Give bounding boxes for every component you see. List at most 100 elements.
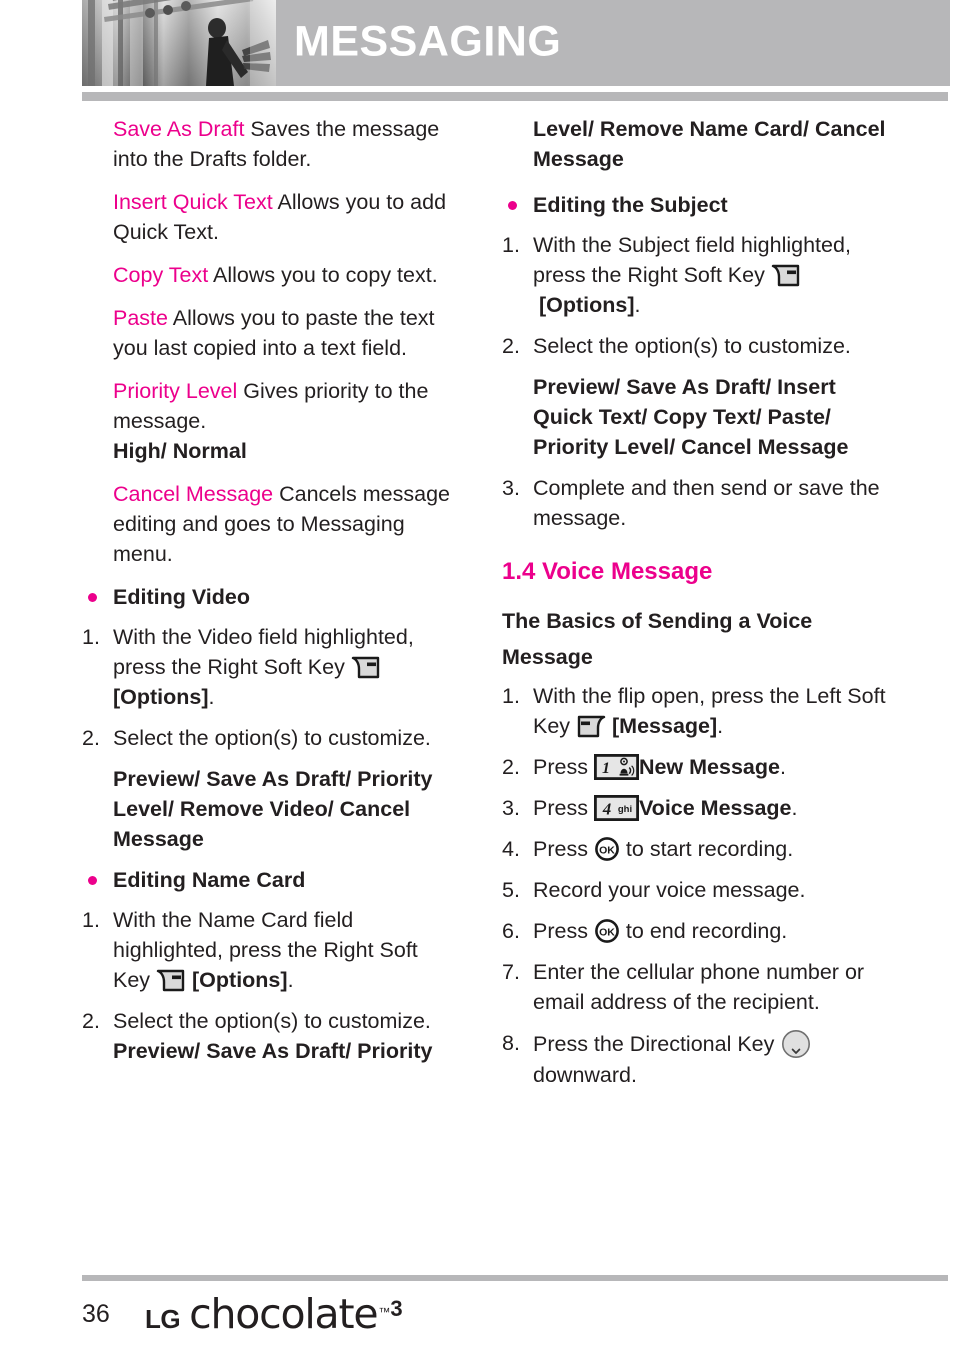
step-text-tail: . [634,293,641,317]
definition-term: Cancel Message [113,482,274,506]
step-text-tail: . [717,714,724,738]
definition-term: Paste [113,306,168,330]
header-divider-bar [82,92,948,101]
options-list-partial: Preview/ Save As Draft/ Priority [113,1039,433,1063]
heading-label: Editing Name Card [113,868,306,892]
definition-term: Priority Level [113,379,238,403]
voice-step-4: 4. Press OK to start recording. [502,834,894,864]
step-text-tail: to end recording. [619,919,788,943]
voice-step-1: 1. With the flip open, press the Left Sof… [502,681,894,741]
options-list-continued: Level/ Remove Name Card/ Cancel Message [533,117,886,171]
step-text: With the Subject field highlighted, pres… [533,233,851,287]
logo-lg-text: LG [145,1304,181,1334]
heading-editing-video: Editing Video [82,582,452,612]
svg-text:1: 1 [602,760,610,777]
ok-key-icon: OK [594,918,620,944]
step-editing-video-1: 1. With the Video field highlighted, pres… [82,622,452,712]
svg-text:OK: OK [599,926,615,938]
step-text: Complete and then send or save the messa… [533,476,880,530]
heading-label: Editing Video [113,585,250,609]
step-number: 2. [502,755,520,779]
step-number: 1. [82,625,100,649]
step-text-tail: . [779,755,786,779]
step-softkey-label: [Options] [113,685,209,709]
step-number: 2. [502,334,520,358]
step-menu-label: New Message [638,755,780,779]
definition-cancel-message: Cancel Message Cancels message editing a… [82,479,452,569]
step-number: 3. [502,796,520,820]
step-text: Select the option(s) to customize. [113,1009,431,1033]
logo-trademark-symbol: ™ [378,1305,391,1319]
svg-text:OK: OK [599,844,615,856]
voice-step-6: 6. Press OK to end recording. [502,916,894,946]
step-editing-name-card-2: 2. Select the option(s) to customize. Prev… [82,1006,452,1066]
voice-step-2: 2. Press 1 New Message. [502,752,894,782]
step-number: 7. [502,960,520,984]
voice-step-5: 5. Record your voice message. [502,875,894,905]
bullet-dot-icon [508,201,517,210]
logo-version-number: 3 [390,1296,403,1321]
step-text: Press [533,837,594,861]
voice-step-7: 7. Enter the cellular phone number or ema… [502,957,894,1017]
step-text: Press [533,919,594,943]
page-header-band: MESSAGING [82,0,950,86]
right-soft-key-icon [351,656,381,679]
bullet-dot-icon [88,876,97,885]
step-text: Press [533,755,594,779]
step-softkey-label: [Options] [192,968,288,992]
step-number: 2. [82,1009,100,1033]
right-soft-key-icon [771,264,801,287]
heading-editing-name-card: Editing Name Card [82,865,452,895]
right-soft-key-icon [156,969,186,992]
step-text: Record your voice message. [533,878,806,902]
footer-divider-bar [82,1275,948,1281]
logo-chocolate-text: chocolate [189,1290,378,1338]
definition-priority-level: Priority Level Gives priority to the mes… [82,376,452,466]
svg-text:4: 4 [602,800,612,819]
key-4-ghi-icon: 4 ghi [593,794,639,822]
page-number: 36 [82,1300,110,1328]
step-number: 6. [502,919,520,943]
step-text: Press the Directional Key [533,1032,781,1056]
right-column: Level/ Remove Name Card/ Cancel Message … [502,114,894,1101]
header-photo-image [82,0,276,86]
options-list-editing-subject: Preview/ Save As Draft/ Insert Quick Tex… [533,375,849,459]
step-text-tail: . [287,968,294,992]
step-menu-label: Voice Message [638,796,792,820]
step-text: Select the option(s) to customize. [113,726,431,750]
bullet-dot-icon [88,593,97,602]
left-soft-key-icon [576,715,606,738]
heading-editing-subject: Editing the Subject [502,190,894,220]
step-number: 2. [82,726,100,750]
voice-step-8: 8. Press the Directional Key downward. [502,1028,894,1090]
svg-text:ghi: ghi [618,804,632,815]
step-softkey-label: [Message] [612,714,718,738]
step-text-tail: downward. [533,1063,637,1087]
step-text: Enter the cellular phone number or email… [533,960,865,1014]
definition-copy-text: Copy Text Allows you to copy text. [82,260,452,290]
step-number: 8. [502,1031,520,1055]
heading-label: Editing the Subject [533,193,728,217]
step-text: Select the option(s) to customize. [533,334,851,358]
step-number: 1. [82,908,100,932]
page-footer: 36 LG chocolate ™ 3 [82,1290,948,1340]
section-title-voice-message: 1.4 Voice Message [502,558,713,585]
step-editing-video-2: 2. Select the option(s) to customize. [82,723,452,753]
step-number: 1. [502,684,520,708]
step-text-tail: . [791,796,798,820]
step-editing-name-card-1: 1. With the Name Card field highlighted, … [82,905,452,995]
step-text-tail: . [208,685,215,709]
directional-key-down-icon [780,1028,812,1060]
definition-paste: Paste Allows you to paste the text you l… [82,303,452,363]
step-number: 5. [502,878,520,902]
definition-term: Insert Quick Text [113,190,273,214]
page-title: MESSAGING [294,17,562,66]
step-softkey-label: [Options] [538,293,635,317]
step-number: 4. [502,837,520,861]
step-editing-subject-3: 3. Complete and then send or save the mes… [502,473,894,533]
definition-term: Copy Text [113,263,209,287]
voice-step-3: 3. Press 4 ghi Voice Message. [502,793,894,823]
step-editing-subject-1: 1. With the Subject field highlighted, pr… [502,230,894,320]
step-number: 3. [502,476,520,500]
step-number: 1. [502,233,520,257]
